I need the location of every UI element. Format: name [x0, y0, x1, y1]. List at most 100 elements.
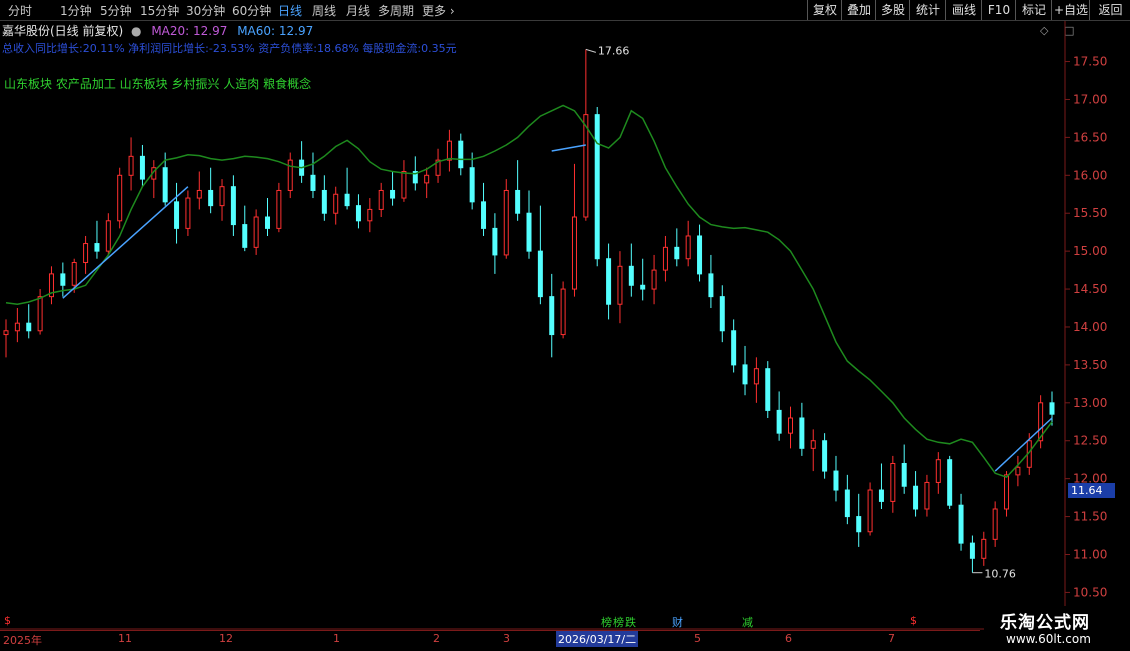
candle-body: [481, 201, 487, 229]
ma20-segment: [62, 186, 189, 299]
timeframe-0[interactable]: 分时: [8, 2, 32, 19]
annotation-label: 10.76: [984, 568, 1016, 581]
candle-body: [310, 174, 316, 191]
candle-body: [1004, 474, 1010, 510]
candle-body: [719, 296, 725, 332]
candle-body: [924, 481, 930, 510]
y-tick-label: 11.50: [1073, 510, 1107, 524]
candle-body: [788, 417, 793, 434]
candle-body: [105, 220, 111, 252]
annotation-leader: [585, 48, 596, 53]
candle-body: [117, 174, 123, 222]
candle-body: [822, 440, 828, 472]
x-tick-label: 12: [219, 632, 233, 645]
candle-body: [901, 462, 907, 487]
candle-body: [776, 409, 782, 434]
candle-body: [662, 246, 668, 271]
timeframe-4[interactable]: 30分钟: [186, 2, 225, 19]
y-tick-label: 11.00: [1073, 547, 1107, 561]
timeframe-2[interactable]: 5分钟: [100, 2, 132, 19]
event-marker-2[interactable]: 榜: [613, 614, 624, 630]
candle-body: [765, 368, 771, 411]
tool-button-8[interactable]: 返回: [1089, 0, 1130, 20]
candle-body: [3, 330, 9, 336]
candle-body: [242, 224, 248, 248]
event-marker-6[interactable]: $: [910, 614, 917, 627]
timeframe-5[interactable]: 60分钟: [232, 2, 271, 19]
y-tick-label: 16.00: [1073, 168, 1107, 182]
ma20-segment: [994, 417, 1053, 472]
y-tick-label: 14.50: [1073, 282, 1107, 296]
candle-body: [651, 269, 657, 290]
candle-body: [83, 243, 89, 264]
candle-body: [458, 140, 464, 169]
event-marker-1[interactable]: 榜: [601, 614, 612, 630]
timeframe-3[interactable]: 15分钟: [140, 2, 179, 19]
tool-button-7[interactable]: +自选: [1051, 0, 1090, 20]
timeframe-toolbar: 分时 1分钟 5分钟 15分钟 30分钟 60分钟 日线 周线 月线 多周期 更多 › 复权 叠加 多股统…: [0, 0, 1130, 21]
x-tick-label: 3: [503, 632, 510, 645]
x-tick-label: 2025年: [3, 634, 42, 647]
candle-body: [947, 459, 953, 506]
candle-body: [14, 322, 20, 332]
candle-body: [594, 114, 600, 260]
candle-body: [162, 167, 168, 203]
candle-body: [492, 227, 498, 256]
event-marker-0[interactable]: $: [4, 614, 11, 627]
event-marker-5[interactable]: 减: [742, 614, 753, 630]
timeframe-10[interactable]: 更多 ›: [422, 2, 455, 19]
x-axis: 2025年 11 12 1 2 3 2026/03/17/二 5 6 7: [0, 630, 980, 651]
candle-body: [981, 538, 987, 559]
tool-button-5[interactable]: F10: [981, 0, 1016, 20]
candle-body: [401, 171, 407, 199]
kline-chart[interactable]: 17.50 17.00 16.50 16.00 15.50 15.00 14.50 14.00…: [0, 21, 1130, 630]
candle-body: [287, 159, 293, 191]
event-marker-3[interactable]: 跌: [625, 614, 636, 630]
tool-button-6[interactable]: 标记: [1015, 0, 1052, 20]
timeframe-7[interactable]: 周线: [312, 2, 336, 19]
candle-body: [799, 417, 805, 449]
x-tick-label: 5: [694, 632, 701, 645]
timeframe-8[interactable]: 月线: [346, 2, 370, 19]
candle-body: [94, 243, 100, 252]
candle-body: [219, 186, 225, 207]
candle-body: [265, 216, 270, 229]
candle-body: [1049, 402, 1055, 415]
timeframe-1[interactable]: 1分钟: [60, 2, 92, 19]
tool-button-3[interactable]: 统计: [909, 0, 946, 20]
candle-body: [174, 201, 180, 229]
candle-body: [526, 212, 532, 252]
x-tick-label: 6: [785, 632, 792, 645]
x-tick-label: 2: [433, 632, 440, 645]
y-tick-label: 14.00: [1073, 320, 1107, 334]
candle-body: [128, 155, 134, 176]
candle-body: [708, 273, 714, 298]
y-tick-label: 16.50: [1073, 130, 1107, 144]
candle-body: [71, 262, 77, 286]
y-tick-label: 13.00: [1073, 396, 1107, 410]
timeframe-9[interactable]: 多周期: [378, 2, 414, 19]
candle-body: [37, 296, 43, 332]
watermark-url: www.60lt.com: [1006, 632, 1091, 646]
candle-body: [276, 189, 282, 229]
watermark: 乐淘公式网 www.60lt.com: [984, 606, 1130, 650]
candle-body: [26, 322, 32, 332]
candle-body: [617, 265, 623, 305]
tool-button-0[interactable]: 复权: [807, 0, 842, 20]
timeframe-6[interactable]: 日线: [278, 2, 302, 19]
candle-body: [424, 174, 430, 184]
tool-button-2[interactable]: 多股: [875, 0, 910, 20]
current-price-tag: 11.64: [1068, 483, 1115, 498]
candle-body: [390, 189, 396, 199]
candle-body: [958, 504, 964, 544]
candle-body: [355, 205, 361, 222]
candle-body: [446, 140, 452, 161]
event-marker-4[interactable]: 财: [672, 614, 683, 630]
y-tick-label: 12.50: [1073, 434, 1107, 448]
candle-body: [640, 284, 646, 290]
watermark-title: 乐淘公式网: [1000, 613, 1090, 633]
y-tick-label: 15.50: [1073, 206, 1107, 220]
tool-button-1[interactable]: 叠加: [841, 0, 876, 20]
tool-button-4[interactable]: 画线: [945, 0, 982, 20]
ma60-line: [5, 104, 1053, 478]
